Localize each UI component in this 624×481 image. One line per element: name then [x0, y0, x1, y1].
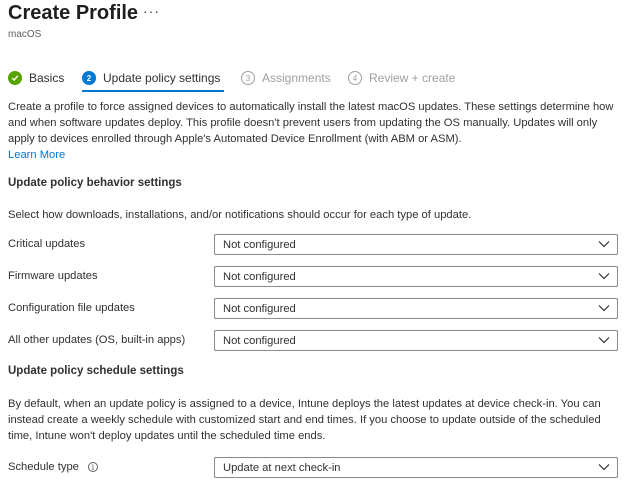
chevron-down-icon: [598, 305, 610, 312]
more-options-button[interactable]: ···: [143, 3, 160, 19]
step-label: Basics: [29, 71, 65, 85]
schedule-description: By default, when an update policy is ass…: [8, 398, 601, 442]
step-label: Update policy settings: [103, 71, 221, 85]
schedule-section-heading: Update policy schedule settings: [8, 365, 184, 377]
dropdown-value: Update at next check-in: [223, 461, 341, 474]
active-step-indicator: [82, 90, 224, 92]
chevron-down-icon: [598, 337, 610, 344]
behavior-section-heading: Update policy behavior settings: [8, 177, 182, 189]
behavior-description: Select how downloads, installations, and…: [8, 209, 472, 221]
dropdown-value: Not configured: [223, 270, 296, 283]
learn-more-link[interactable]: Learn More: [8, 149, 65, 161]
dropdown-value: Not configured: [223, 302, 296, 315]
firmware-updates-label: Firmware updates: [8, 270, 98, 282]
step-number: 3: [241, 71, 255, 85]
firmware-updates-dropdown[interactable]: Not configured: [214, 266, 618, 287]
step-basics[interactable]: Basics: [8, 68, 64, 88]
dropdown-value: Not configured: [223, 238, 296, 251]
dropdown-value: Not configured: [223, 334, 296, 347]
schedule-type-label: Schedule type: [8, 461, 79, 473]
schedule-type-label-row: Schedule type i: [8, 461, 98, 473]
checkmark-icon: [8, 71, 22, 85]
configuration-file-updates-dropdown[interactable]: Not configured: [214, 298, 618, 319]
intro-paragraph: Create a profile to force assigned devic…: [8, 99, 618, 163]
all-other-updates-label: All other updates (OS, built-in apps): [8, 334, 186, 346]
step-assignments[interactable]: 3 Assignments: [241, 68, 331, 88]
info-icon[interactable]: i: [87, 462, 98, 473]
configuration-file-updates-label: Configuration file updates: [8, 302, 135, 314]
schedule-type-dropdown[interactable]: Update at next check-in: [214, 457, 618, 478]
step-number: 4: [348, 71, 362, 85]
page-subtitle: macOS: [8, 29, 42, 40]
chevron-down-icon: [598, 241, 610, 248]
step-label: Review + create: [369, 71, 456, 85]
critical-updates-dropdown[interactable]: Not configured: [214, 234, 618, 255]
page-title: Create Profile: [8, 2, 139, 24]
chevron-down-icon: [598, 464, 610, 471]
all-other-updates-dropdown[interactable]: Not configured: [214, 330, 618, 351]
step-update-policy-settings[interactable]: 2 Update policy settings: [82, 68, 220, 88]
step-review-create[interactable]: 4 Review + create: [348, 68, 455, 88]
step-label: Assignments: [262, 71, 331, 85]
step-number: 2: [82, 71, 96, 85]
critical-updates-label: Critical updates: [8, 238, 86, 250]
intro-text: Create a profile to force assigned devic…: [8, 101, 614, 145]
chevron-down-icon: [598, 273, 610, 280]
